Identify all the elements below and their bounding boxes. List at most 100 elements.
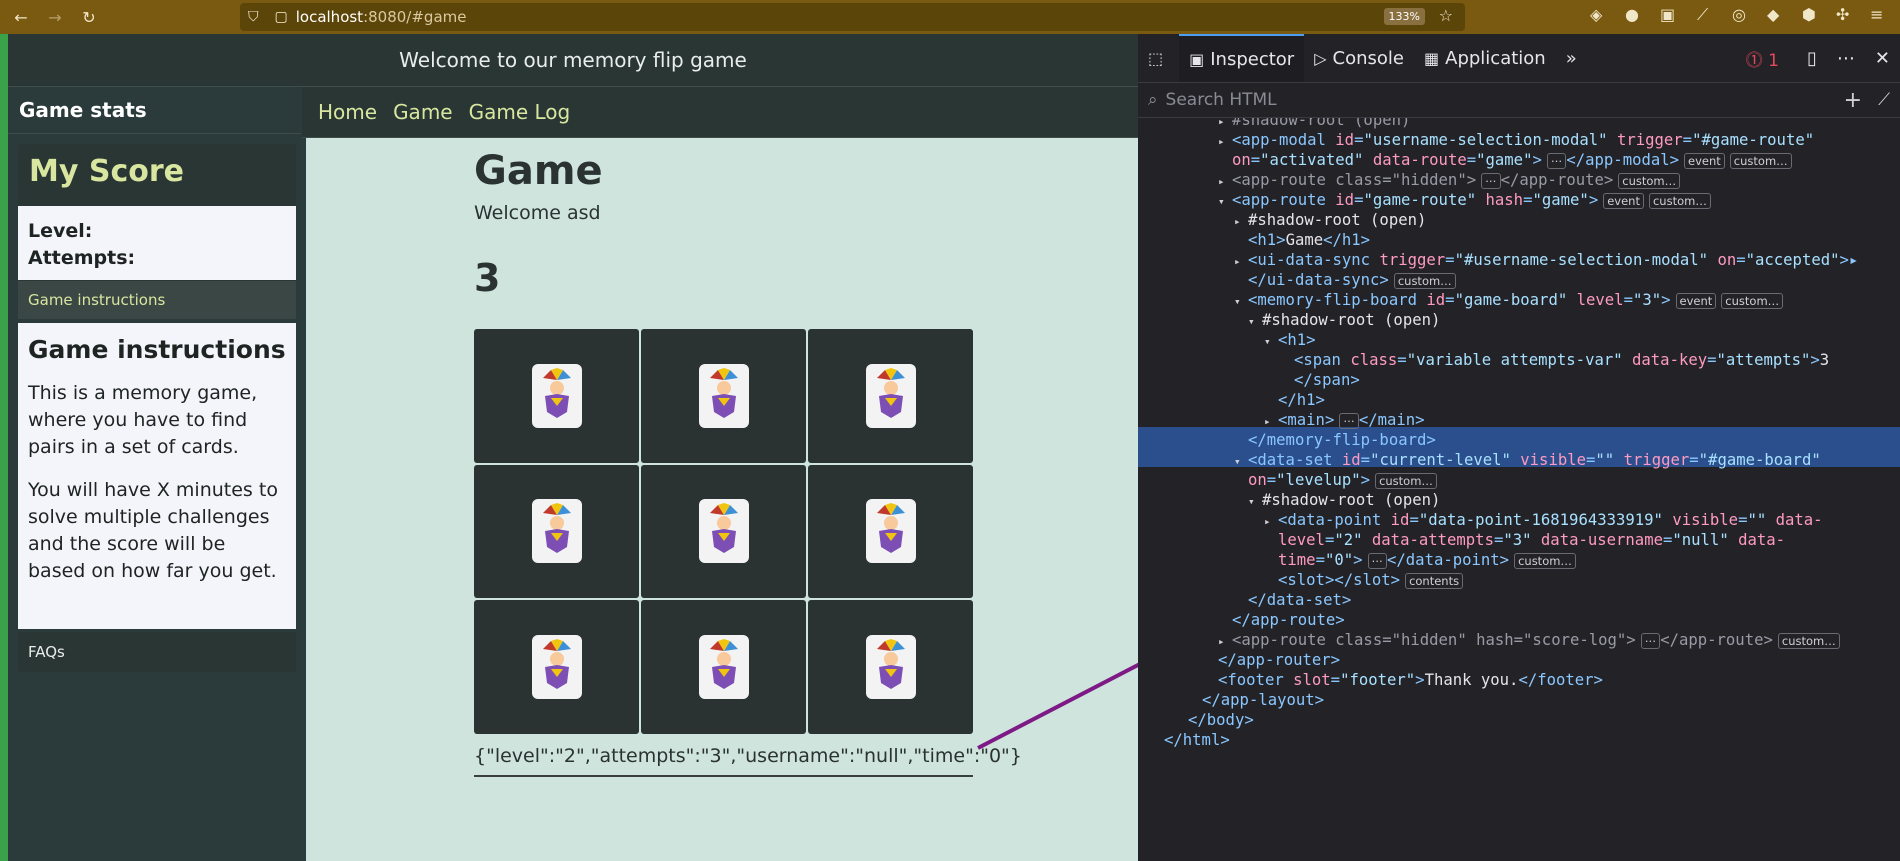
search-icon: ⌕ [1148,90,1158,110]
puzzle-icon[interactable]: ✣ [1836,5,1849,24]
add-node-icon[interactable]: + [1844,88,1862,113]
pocket-icon[interactable]: ◈ [1590,5,1602,24]
console-icon: ▷ [1314,48,1327,68]
joker-card-icon [865,499,916,564]
eyedropper-devtools-icon[interactable]: ⟋ [1878,90,1890,110]
nav-game-log[interactable]: Game Log [469,100,571,124]
instructions-p1: This is a memory game, where you have to… [28,382,258,458]
joker-card-icon [698,635,749,700]
web-page: Welcome to our memory flip game Game sta… [8,34,1138,861]
memory-card[interactable] [641,329,806,463]
html-search[interactable]: ⌕ Search HTML + ⟋ [1138,83,1900,118]
attempts-value: 3 [474,256,501,300]
html-tree: ▸ #shadow-root (open) ▸ <app-modal id="use… [1138,118,1900,861]
tab-console[interactable]: ▷ Console [1304,34,1414,82]
more-options-icon[interactable]: ⋯ [1827,34,1865,82]
instructions-p2: You will have X minutes to solve multipl… [28,479,278,582]
url-bar[interactable]: ⛉ ▢ localhost:8080/#game 133% ☆ [240,3,1465,31]
level-label: Level: [28,220,93,242]
bookmark-star-icon[interactable]: ☆ [1439,6,1453,25]
score-body: Level: Attempts: [18,206,296,280]
attempts-label: Attempts: [28,247,136,269]
joker-card-icon [865,363,916,428]
responsive-icon[interactable]: ▯ [1797,34,1827,82]
tree-line: <h1>Game</h1> [1248,231,1371,249]
tree-line[interactable]: ▾ #shadow-root (open) [1248,310,1440,330]
inspector-icon: ▣ [1189,49,1205,69]
instructions-heading: Game instructions [28,335,286,364]
addon-icon[interactable]: ◆ [1767,5,1779,24]
reload-icon[interactable]: ↻ [76,4,102,30]
memory-card[interactable] [474,464,639,599]
score-card: My Score Level: Attempts: [18,144,296,281]
memory-card[interactable] [808,329,973,463]
tree-line[interactable]: ▸ #shadow-root (open) [1218,118,1410,130]
tree-line[interactable]: ▸ <main> ⋯ </main> [1264,410,1425,430]
tree-line: level="2" data-attempts="3" data-usernam… [1278,531,1786,549]
application-icon: ▦ [1424,48,1440,68]
tree-line: on="levelup"> custom… [1248,470,1437,490]
joker-card-icon [531,499,582,564]
instructions-tab[interactable]: Game instructions [18,281,296,319]
nav-home[interactable]: Home [318,100,377,124]
tree-line[interactable]: ▸ <ui-data-sync trigger="#username-select… [1234,250,1858,270]
joker-card-icon [698,499,749,564]
memory-card[interactable] [808,464,973,599]
window-edge [0,34,8,861]
memory-card[interactable] [641,600,806,734]
joker-card-icon [865,635,916,700]
tab-inspector[interactable]: ▣ Inspector [1179,34,1305,82]
pick-element-icon[interactable]: ⬚ [1138,34,1179,82]
page-icon: ▢ [274,9,288,25]
zoom-badge[interactable]: 133% [1383,8,1425,25]
tree-line[interactable]: ▾ <h1> [1264,330,1316,350]
tree-line: </app-route> [1232,611,1345,629]
tree-line[interactable]: ▸ <app-route class="hidden"> ⋯ </app-route>… [1218,170,1681,190]
extension-icon[interactable]: ▣ [1660,5,1675,24]
browser-toolbar: ← → ↻ ⛉ ▢ localhost:8080/#game 133% ☆ ◈ … [0,0,1900,34]
tree-line[interactable]: ▸ <data-point id="data-point-168196433391… [1264,510,1823,530]
joker-card-icon [698,363,749,428]
eyedropper-icon[interactable]: ⟋ [1697,5,1708,25]
error-count-badge[interactable]: ⓵ 1 [1746,46,1779,71]
tree-line: </body> [1188,711,1254,729]
selected-tree-line[interactable]: <span class="variable attempts-var" data… [1294,350,1829,370]
ublock-icon[interactable]: ⬢ [1802,5,1816,24]
forward-icon[interactable]: → [42,4,68,30]
tree-line: on="activated" data-route="game"> ⋯ </app-… [1232,150,1792,170]
page-header: Welcome to our memory flip game [8,34,1138,87]
tree-line[interactable]: ▾ #shadow-root (open) [1248,490,1440,510]
tab-application[interactable]: ▦ Application [1414,34,1556,82]
tree-line[interactable]: ▸ #shadow-root (open) [1234,210,1426,230]
tree-line[interactable]: ▾ <memory-flip-board id="game-board" leve… [1234,290,1784,310]
tree-line: </app-router> [1218,651,1341,669]
joker-card-icon [531,363,582,428]
nav-game[interactable]: Game [393,100,453,124]
memory-card[interactable] [474,329,639,463]
tree-line[interactable]: ▸ <app-route class="hidden" hash="score-l… [1218,630,1840,650]
memory-card[interactable] [641,464,806,599]
close-devtools-icon[interactable]: ✕ [1865,34,1900,82]
welcome-text: Welcome asd [474,202,601,224]
glasses-icon[interactable]: ◎ [1732,5,1746,24]
page-title: Game [474,148,603,194]
tree-line: </data-set> [1248,591,1352,609]
tree-line[interactable]: ▸ <app-modal id="username-selection-modal… [1218,130,1814,150]
memory-card[interactable] [474,600,639,734]
sidebar: Game stats My Score Level: Attempts: Gam… [8,87,301,861]
more-tabs-icon[interactable]: » [1556,34,1587,82]
back-icon[interactable]: ← [8,4,34,30]
memory-card[interactable] [808,600,973,734]
shield-icon[interactable]: ⛉ [248,9,259,25]
menu-icon[interactable]: ≡ [1870,5,1883,24]
faqs-tab[interactable]: FAQs [18,632,296,672]
tree-line: <footer slot="footer">Thank you.</footer… [1218,671,1603,689]
tree-line: time="0"> ⋯ </data-point> custom… [1278,550,1576,570]
tree-line[interactable]: ▾ <data-set id="current-level" visible=""… [1234,450,1821,470]
tree-line: </app-layout> [1202,691,1325,709]
tree-line[interactable]: ▾ <app-route id="game-route" hash="game">… [1218,190,1711,210]
top-nav: Home Game Game Log [302,87,1138,138]
tree-line: </h1> [1278,391,1325,409]
account-icon[interactable]: ● [1625,5,1639,24]
devtools-tabs: ⬚ ▣ Inspector ▷ Console ▦ Application » ⓵ 1… [1138,34,1900,83]
